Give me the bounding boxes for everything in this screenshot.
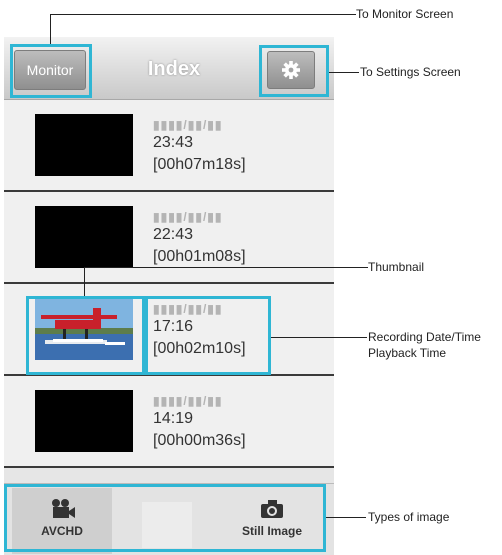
settings-callout: To Settings Screen [360,65,461,79]
thumbnail-highlight [26,296,145,375]
image-types-highlight [4,484,326,552]
thumbnail-leader-vertical [84,267,85,296]
playback-time: [00h00m36s] [153,432,246,449]
thumbnail-callout: Thumbnail [368,260,425,274]
recording-time: 22:43 [153,226,194,243]
playback-time: [00h07m18s] [153,156,246,173]
monitor-highlight [10,44,92,98]
monitor-callout: To Monitor Screen [356,7,454,21]
recording-date: ▮▮▮▮/▮▮/▮▮ [153,394,223,408]
list-item[interactable]: ▮▮▮▮/▮▮/▮▮ 23:43 [00h07m18s] [4,100,334,192]
types-leader [326,517,366,518]
recording-leader [271,337,367,338]
playback-time: [00h01m08s] [153,248,246,265]
recording-date: ▮▮▮▮/▮▮/▮▮ [153,118,223,132]
page-title: Index [147,58,201,80]
recording-callout-line1: Recording Date/Time [368,330,481,344]
thumbnail[interactable] [35,206,133,268]
thumbnail[interactable] [35,114,133,176]
list-item[interactable]: ▮▮▮▮/▮▮/▮▮ 14:19 [00h00m36s] [4,376,334,468]
recording-time: 23:43 [153,134,194,151]
settings-leader [329,72,359,73]
recording-time: 14:19 [153,410,194,427]
recording-list: ▮▮▮▮/▮▮/▮▮ 23:43 [00h07m18s] ▮▮▮▮/▮▮/▮▮ … [4,100,334,468]
recording-date: ▮▮▮▮/▮▮/▮▮ [153,210,223,224]
settings-highlight [259,45,329,97]
recording-info-highlight [145,296,271,375]
thumbnail-leader-horizontal [84,267,368,268]
monitor-leader-vertical [50,14,51,44]
types-callout: Types of image [368,510,450,524]
list-item[interactable]: ▮▮▮▮/▮▮/▮▮ 22:43 [00h01m08s] [4,192,334,284]
recording-callout-line2: Playback Time [368,346,447,360]
monitor-leader-horizontal [50,14,356,15]
thumbnail[interactable] [35,390,133,452]
